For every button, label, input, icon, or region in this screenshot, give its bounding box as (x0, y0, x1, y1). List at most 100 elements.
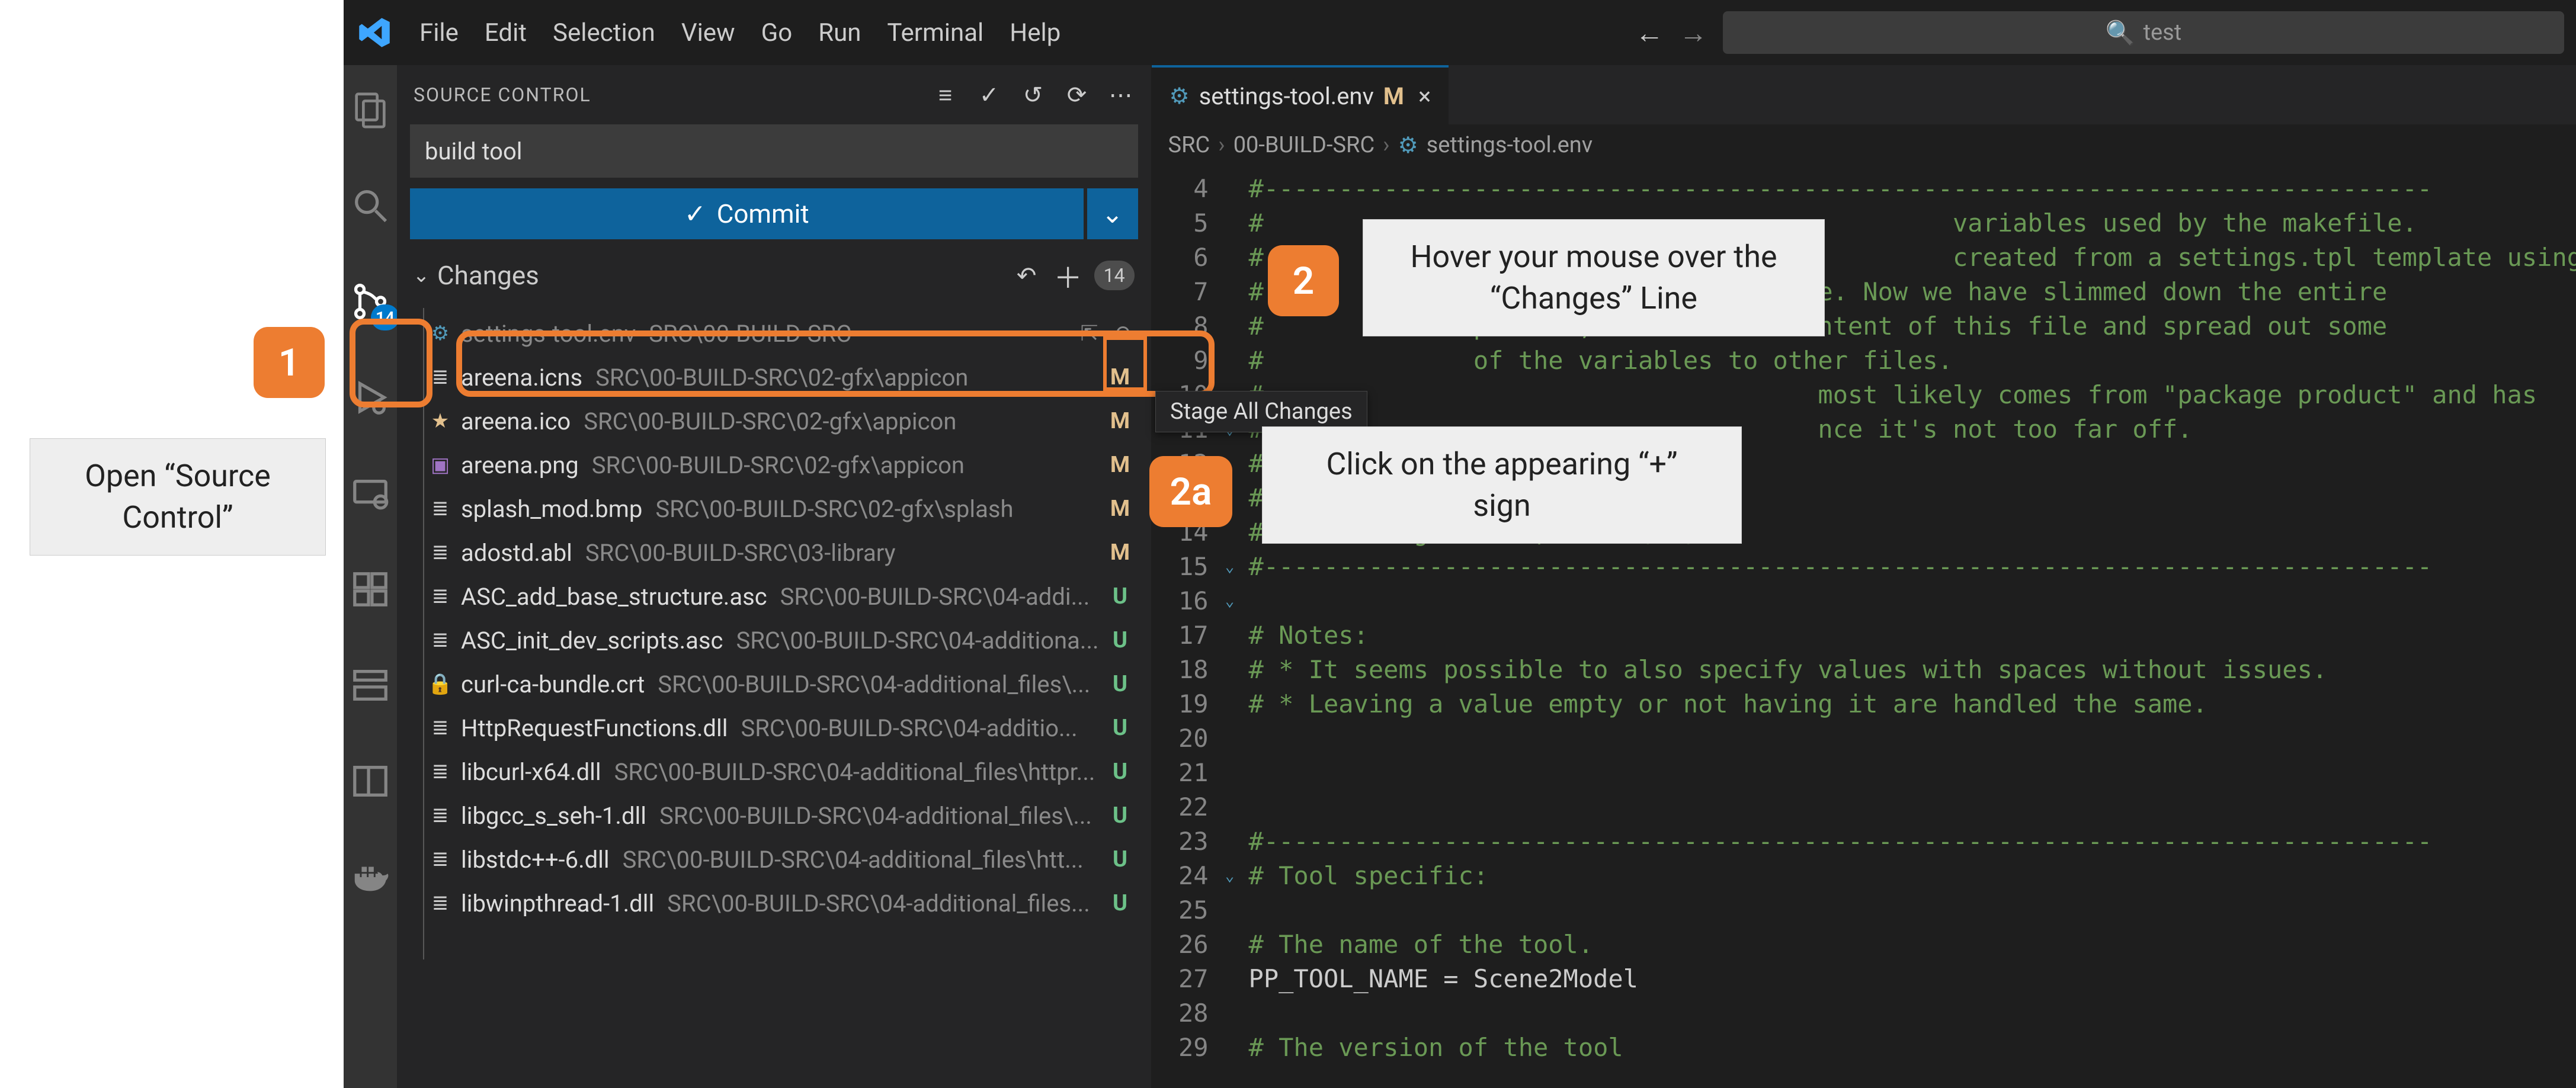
menubar: File Edit Selection View Go Run Terminal… (344, 0, 2576, 65)
file-row[interactable]: ▣areena.pngSRC\00-BUILD-SRC\02-gfx\appic… (410, 443, 1138, 487)
stage-all-plus-icon[interactable]: ＋ (1053, 260, 1084, 291)
file-name: splash_mod.bmp (461, 495, 642, 523)
scm-badge: 14 (371, 304, 399, 330)
sidebar-title: SOURCE CONTROL (414, 84, 933, 106)
file-status: U (1107, 715, 1133, 741)
menu-edit[interactable]: Edit (485, 18, 527, 47)
file-name: ASC_init_dev_scripts.asc (461, 627, 723, 654)
activity-run-debug[interactable] (344, 371, 397, 424)
breadcrumb[interactable]: SRC › 00-BUILD-SRC › ⚙ settings-tool.env (1152, 124, 2576, 166)
file-row[interactable]: ≣adostd.ablSRC\00-BUILD-SRC\03-libraryM (410, 531, 1138, 575)
commit-dropdown[interactable]: ⌄ (1087, 188, 1138, 239)
tab-modified-badge: M (1383, 82, 1404, 110)
activity-bar: 14 (344, 65, 397, 1088)
file-row[interactable]: ≣libgcc_s_seh-1.dllSRC\00-BUILD-SRC\04-a… (410, 794, 1138, 837)
file-path: SRC\00-BUILD-SRC\04-additional_files\... (658, 670, 1098, 698)
activity-source-control[interactable]: 14 (344, 275, 397, 328)
file-status: U (1107, 671, 1133, 697)
search-icon: 🔍 (2106, 19, 2135, 47)
gear-icon: ⚙ (1170, 83, 1190, 110)
img-icon: ▣ (428, 452, 453, 477)
file-path: SRC\00-BUILD-SRC\04-additional_files... (667, 890, 1098, 917)
file-path: SRC\00-BUILD-SRC\04-addi... (780, 583, 1099, 611)
file-row[interactable]: ≣ASC_add_base_structure.ascSRC\00-BUILD-… (410, 575, 1138, 618)
menu-help[interactable]: Help (1010, 18, 1060, 47)
file-row[interactable]: ★areena.icoSRC\00-BUILD-SRC\02-gfx\appic… (410, 399, 1138, 443)
activity-remote[interactable] (344, 467, 397, 520)
file-row[interactable]: ≣HttpRequestFunctions.dllSRC\00-BUILD-SR… (410, 706, 1138, 750)
lines-icon: ≣ (428, 628, 453, 653)
commit-message-input[interactable]: build tool (410, 124, 1138, 178)
file-name: libgcc_s_seh-1.dll (461, 802, 646, 830)
line-gutter: 4567891011121314151617181920212223242526… (1152, 166, 1223, 1088)
nav-forward-icon[interactable]: → (1679, 16, 1707, 50)
tab-settings-tool[interactable]: ⚙ settings-tool.env M × (1152, 65, 1449, 124)
gear-icon: ⚙ (428, 321, 453, 346)
file-status: M (1107, 540, 1133, 566)
menu-file[interactable]: File (419, 18, 459, 47)
file-status: U (1107, 846, 1133, 872)
fold-column: ⌄⌄⌄⌄ (1223, 166, 1237, 1088)
activity-window[interactable] (344, 755, 397, 808)
file-name: areena.icns (461, 364, 582, 391)
discard-all-icon[interactable]: ↶ (1011, 260, 1042, 291)
discard-icon[interactable]: ↶ (1110, 321, 1133, 346)
file-row[interactable]: ⚙settings-tool.envSRC\00-BUILD-SRC⇱↶ (410, 312, 1138, 355)
changes-header[interactable]: ⌄ Changes ↶ ＋ 14 (410, 250, 1138, 301)
file-status: U (1107, 803, 1133, 829)
file-status: M (1107, 496, 1133, 522)
file-name: adostd.abl (461, 539, 572, 567)
activity-explorer[interactable] (344, 83, 397, 136)
file-path: SRC\00-BUILD-SRC\02-gfx\appicon (592, 451, 1099, 479)
file-status: M (1107, 452, 1133, 478)
file-row[interactable]: ≣libcurl-x64.dllSRC\00-BUILD-SRC\04-addi… (410, 750, 1138, 794)
file-row[interactable]: ≣ splash_mod.bmp SRC\00-BUILD-SRC\02-gfx\s… (410, 487, 1138, 531)
file-path: SRC\00-BUILD-SRC\02-gfx\splash (655, 495, 1098, 523)
history-icon[interactable]: ↺ (1021, 82, 1047, 108)
file-path: SRC\00-BUILD-SRC\04-additional_files\... (659, 802, 1099, 830)
file-row[interactable]: ≣libwinpthread-1.dllSRC\00-BUILD-SRC\04-… (410, 881, 1138, 925)
vscode-logo-icon (355, 14, 393, 52)
file-name: curl-ca-bundle.crt (461, 670, 645, 698)
breadcrumb-file[interactable]: settings-tool.env (1427, 132, 1593, 158)
file-status: U (1107, 890, 1133, 916)
changes-count: 14 (1094, 261, 1135, 290)
editor-tabs: ⚙ settings-tool.env M × (1152, 65, 2576, 124)
command-center-search[interactable]: 🔍 test (1723, 11, 2564, 54)
more-icon[interactable]: ⋯ (1108, 82, 1135, 108)
file-row[interactable]: ≣ ASC_init_dev_scripts.asc SRC\00-BUILD-SR… (410, 618, 1138, 662)
file-row[interactable]: ≣libstdc++-6.dllSRC\00-BUILD-SRC\04-addi… (410, 837, 1138, 881)
activity-docker[interactable] (344, 850, 397, 904)
activity-search[interactable] (344, 179, 397, 232)
source-control-panel: SOURCE CONTROL ≡ ✓ ↺ ⟳ ⋯ build tool ✓ (397, 65, 1152, 1088)
file-path: SRC\00-BUILD-SRC\03-library (585, 539, 1099, 567)
file-row[interactable]: ≣areena.icnsSRC\00-BUILD-SRC\02-gfx\appi… (410, 355, 1138, 399)
menu-terminal[interactable]: Terminal (887, 18, 983, 47)
nav-back-icon[interactable]: ← (1635, 16, 1664, 50)
view-as-tree-icon[interactable]: ≡ (933, 82, 959, 108)
callout-label-2a: Click on the appearing “+” sign (1262, 426, 1742, 544)
open-file-icon[interactable]: ⇱ (1078, 321, 1101, 346)
commit-check-icon[interactable]: ✓ (977, 82, 1003, 108)
menu-go[interactable]: Go (761, 18, 793, 47)
file-name: HttpRequestFunctions.dll (461, 714, 728, 742)
breadcrumb-build[interactable]: 00-BUILD-SRC (1233, 132, 1374, 158)
commit-button[interactable]: ✓ Commit (410, 188, 1084, 239)
file-name: libstdc++-6.dll (461, 846, 610, 874)
activity-extensions[interactable] (344, 563, 397, 616)
file-row[interactable]: 🔒curl-ca-bundle.crtSRC\00-BUILD-SRC\04-a… (410, 662, 1138, 706)
menu-selection[interactable]: Selection (553, 18, 655, 47)
file-path: SRC\00-BUILD-SRC\02-gfx\appicon (584, 407, 1098, 435)
menu-run[interactable]: Run (818, 18, 861, 47)
changes-file-list: ⚙settings-tool.envSRC\00-BUILD-SRC⇱↶≣are… (410, 312, 1138, 925)
callout-badge-2: 2 (1268, 245, 1339, 316)
file-path: SRC\00-BUILD-SRC\02-gfx\appicon (595, 364, 1098, 391)
close-icon[interactable]: × (1418, 82, 1431, 110)
activity-editors[interactable] (344, 659, 397, 712)
breadcrumb-src[interactable]: SRC (1168, 132, 1210, 158)
lines-icon: ≣ (428, 496, 453, 521)
file-name: libcurl-x64.dll (461, 758, 601, 786)
menu-view[interactable]: View (681, 18, 735, 47)
file-path: SRC\00-BUILD-SRC\04-additiona... (736, 627, 1098, 654)
refresh-icon[interactable]: ⟳ (1065, 82, 1091, 108)
